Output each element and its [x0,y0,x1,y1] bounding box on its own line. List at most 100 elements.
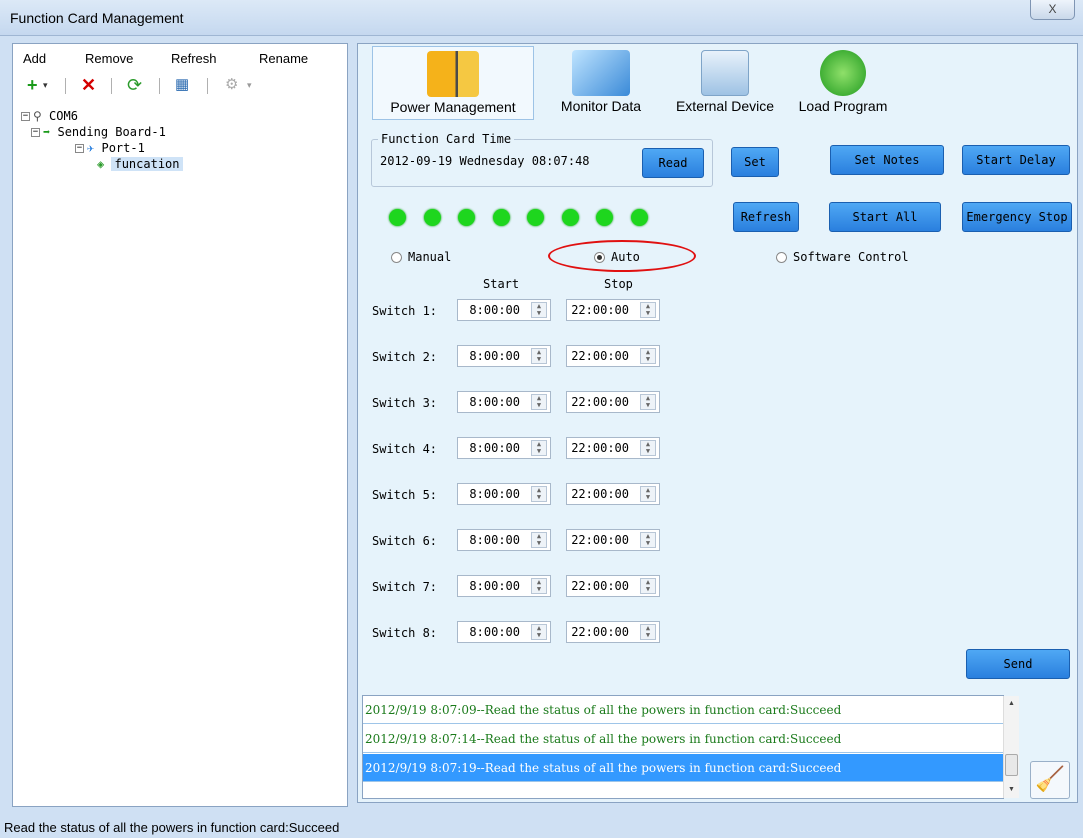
remove-icon[interactable]: ✕ [81,74,96,96]
tab-label: External Device [675,98,775,114]
add-dropdown-icon[interactable]: ▾ [43,74,48,96]
log-entry[interactable]: 2012/9/19 8:07:14--Read the status of al… [363,725,1003,753]
refresh-button[interactable]: Refresh [733,202,799,232]
spinner-icon[interactable]: ▲ ▼ [531,578,547,594]
network-icon: ✈ [87,141,95,155]
start-all-button[interactable]: Start All [829,202,941,232]
radio-button-icon[interactable] [391,252,402,263]
spinner-icon[interactable]: ▲ ▼ [640,624,656,640]
log-entry-selected[interactable]: 2012/9/19 8:07:19--Read the status of al… [363,754,1003,782]
send-button[interactable]: Send [966,649,1070,679]
port-icon: ⚲ [33,109,42,123]
stop-column-header: Stop [604,277,633,291]
spinner-icon[interactable]: ▲ ▼ [640,578,656,594]
settings-icon[interactable]: ⚙ [225,74,238,96]
switch-stop-time-input[interactable]: 22:00:00 ▲ ▼ [566,391,660,413]
switch-stop-time-input[interactable]: 22:00:00 ▲ ▼ [566,345,660,367]
radio-software-control[interactable]: Software Control [776,250,909,264]
log-list[interactable]: 2012/9/19 8:07:09--Read the status of al… [362,695,1019,799]
log-scrollbar[interactable]: ▲ ▼ [1003,696,1019,798]
arrow-right-icon: ➡ [43,125,51,139]
tree-node-port[interactable]: − ✈ Port-1 [75,140,145,156]
broom-icon: 🧹 [1035,766,1065,793]
time-value: 8:00:00 [469,349,520,363]
refresh-icon[interactable]: ⟳ [127,74,142,96]
spinner-icon[interactable]: ▲ ▼ [640,440,656,456]
set-notes-button[interactable]: Set Notes [830,145,944,175]
time-value: 22:00:00 [571,349,629,363]
collapse-icon[interactable]: − [31,128,40,137]
radio-label: Software Control [793,250,909,264]
scroll-down-icon[interactable]: ▼ [1004,782,1019,798]
switch-stop-time-input[interactable]: 22:00:00 ▲ ▼ [566,437,660,459]
switch-start-time-input[interactable]: 8:00:00 ▲ ▼ [457,621,551,643]
switch-label: Switch 1: [372,304,438,318]
tree-node-label: COM6 [49,109,78,123]
spinner-icon[interactable]: ▲ ▼ [640,486,656,502]
rename-icon[interactable]: ▦ [175,74,189,96]
switch-stop-time-input[interactable]: 22:00:00 ▲ ▼ [566,483,660,505]
switch-start-time-input[interactable]: 8:00:00 ▲ ▼ [457,437,551,459]
switch-start-time-input[interactable]: 8:00:00 ▲ ▼ [457,483,551,505]
time-value: 8:00:00 [469,395,520,409]
switch-label: Switch 2: [372,350,438,364]
time-value: 22:00:00 [571,579,629,593]
scroll-thumb[interactable] [1005,754,1018,776]
spinner-icon[interactable]: ▲ ▼ [640,532,656,548]
clear-log-button[interactable]: 🧹 [1030,761,1070,799]
tab-label: Load Program [798,98,888,114]
function-panel: Power Management Monitor Data External D… [357,43,1078,803]
tab-load-program[interactable]: Load Program [788,46,898,120]
menu-remove[interactable]: Remove [85,51,133,66]
tree-node-com[interactable]: − ⚲ COM6 [21,108,78,124]
spinner-icon[interactable]: ▲ ▼ [531,440,547,456]
set-button[interactable]: Set [731,147,779,177]
spinner-icon[interactable]: ▲ ▼ [640,394,656,410]
read-button[interactable]: Read [642,148,704,178]
switch-stop-time-input[interactable]: 22:00:00 ▲ ▼ [566,299,660,321]
switch-start-time-input[interactable]: 8:00:00 ▲ ▼ [457,529,551,551]
time-value: 22:00:00 [571,487,629,501]
spinner-icon[interactable]: ▲ ▼ [531,394,547,410]
radio-button-icon[interactable] [776,252,787,263]
switch-stop-time-input[interactable]: 22:00:00 ▲ ▼ [566,621,660,643]
spinner-icon[interactable]: ▲ ▼ [531,532,547,548]
switch-stop-time-input[interactable]: 22:00:00 ▲ ▼ [566,529,660,551]
collapse-icon[interactable]: − [21,112,30,121]
tree-node-sending-board[interactable]: − ➡ Sending Board-1 [31,124,166,140]
spinner-icon[interactable]: ▲ ▼ [531,624,547,640]
power-indicator-icon [561,209,579,226]
tree-node-function-card[interactable]: ◈ funcation [97,156,183,172]
spinner-icon[interactable]: ▲ ▼ [640,302,656,318]
spinner-icon[interactable]: ▲ ▼ [531,348,547,364]
start-delay-button[interactable]: Start Delay [962,145,1070,175]
switch-stop-time-input[interactable]: 22:00:00 ▲ ▼ [566,575,660,597]
collapse-icon[interactable]: − [75,144,84,153]
tab-external-device[interactable]: External Device [666,46,784,120]
add-icon[interactable]: + [27,74,38,96]
spinner-icon[interactable]: ▲ ▼ [531,486,547,502]
tree-node-label: Sending Board-1 [57,125,166,139]
menu-refresh[interactable]: Refresh [171,51,217,66]
spinner-icon[interactable]: ▲ ▼ [531,302,547,318]
switch-start-time-input[interactable]: 8:00:00 ▲ ▼ [457,299,551,321]
log-entry[interactable]: 2012/9/19 8:07:09--Read the status of al… [363,696,1003,724]
time-value: 8:00:00 [469,625,520,639]
tree-node-label: funcation [111,157,183,171]
battery-icon [427,51,479,97]
toolbar-separator [111,78,112,94]
switch-start-time-input[interactable]: 8:00:00 ▲ ▼ [457,345,551,367]
radio-manual[interactable]: Manual [391,250,451,264]
time-value: 8:00:00 [469,579,520,593]
tab-power-management[interactable]: Power Management [372,46,534,120]
menu-rename[interactable]: Rename [259,51,308,66]
switch-start-time-input[interactable]: 8:00:00 ▲ ▼ [457,575,551,597]
scroll-up-icon[interactable]: ▲ [1004,696,1019,712]
tab-monitor-data[interactable]: Monitor Data [538,46,664,120]
menu-add[interactable]: Add [23,51,46,66]
settings-dropdown-icon[interactable]: ▾ [247,74,252,96]
switch-start-time-input[interactable]: 8:00:00 ▲ ▼ [457,391,551,413]
spinner-icon[interactable]: ▲ ▼ [640,348,656,364]
close-button[interactable]: X [1030,0,1075,20]
emergency-stop-button[interactable]: Emergency Stop [962,202,1072,232]
